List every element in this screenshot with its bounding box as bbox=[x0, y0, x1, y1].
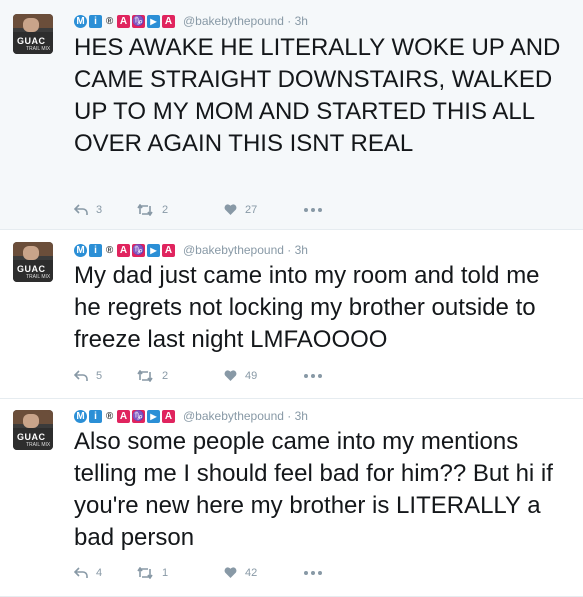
author-handle-time[interactable]: @bakebythepound · 3h bbox=[183, 243, 308, 257]
tweet-text: My dad just came into my room and told m… bbox=[74, 262, 540, 353]
avatar-face bbox=[23, 18, 39, 32]
tweet[interactable]: GUAC TRAIL MIX M i ® A ♑ ▶ A @bakebythep… bbox=[0, 399, 583, 597]
like-count: 27 bbox=[245, 204, 258, 216]
avatar-shirt-text: GUAC bbox=[17, 432, 46, 442]
more-button[interactable] bbox=[304, 374, 322, 378]
retweet-button[interactable]: 1 bbox=[136, 567, 214, 579]
badge-a2: A bbox=[162, 14, 175, 28]
avatar-face bbox=[23, 414, 39, 428]
badge-a2: A bbox=[162, 409, 175, 423]
badge-registered: ® bbox=[105, 15, 114, 27]
more-icon bbox=[304, 208, 322, 212]
heart-icon bbox=[224, 370, 237, 381]
badge-m: M bbox=[74, 409, 87, 423]
tweet-text: HES AWAKE HE LITERALLY WOKE UP AND CAME … bbox=[74, 34, 561, 157]
tweet-header: M i ® A ♑ ▶ A @bakebythepound · 3h bbox=[74, 241, 308, 259]
like-button[interactable]: 42 bbox=[224, 567, 284, 579]
tweet[interactable]: GUAC TRAIL MIX M i ® A ♑ ▶ A @bakebythep… bbox=[0, 230, 583, 399]
avatar[interactable]: GUAC TRAIL MIX bbox=[13, 242, 53, 282]
reply-icon bbox=[74, 567, 88, 578]
tweet-text: Also some people came into my mentions t… bbox=[74, 428, 553, 551]
tweet-actions: 4 1 42 bbox=[74, 567, 322, 579]
badge-a: A bbox=[117, 409, 130, 423]
badge-m: M bbox=[74, 14, 87, 28]
heart-icon bbox=[224, 567, 237, 578]
badge-i: i bbox=[89, 243, 102, 257]
badge-a: A bbox=[117, 14, 130, 28]
avatar[interactable]: GUAC TRAIL MIX bbox=[13, 410, 53, 450]
retweet-count: 1 bbox=[162, 567, 169, 579]
tweet-header: M i ® A ♑ ▶ A @bakebythepound · 3h bbox=[74, 12, 308, 30]
badge-i: i bbox=[89, 409, 102, 423]
badge-play: ▶ bbox=[147, 409, 160, 423]
tweet-actions: 3 2 27 bbox=[74, 204, 322, 216]
avatar-shirt-subtext: TRAIL MIX bbox=[26, 274, 51, 280]
reply-button[interactable]: 4 bbox=[74, 567, 120, 579]
heart-icon bbox=[224, 204, 237, 215]
reply-button[interactable]: 5 bbox=[74, 370, 120, 382]
retweet-icon bbox=[137, 567, 153, 579]
more-icon bbox=[304, 374, 322, 378]
like-count: 49 bbox=[245, 370, 258, 382]
avatar-shirt-subtext: TRAIL MIX bbox=[26, 442, 51, 448]
badge-play: ▶ bbox=[147, 14, 160, 28]
retweet-count: 2 bbox=[162, 370, 169, 382]
avatar-shirt-subtext: TRAIL MIX bbox=[26, 46, 51, 52]
reply-count: 4 bbox=[96, 567, 103, 579]
retweet-count: 2 bbox=[162, 204, 169, 216]
retweet-button[interactable]: 2 bbox=[136, 370, 214, 382]
retweet-icon bbox=[137, 204, 153, 216]
avatar-shirt-text: GUAC bbox=[17, 264, 46, 274]
badge-capricorn: ♑ bbox=[132, 243, 145, 257]
more-icon bbox=[304, 571, 322, 575]
retweet-button[interactable]: 2 bbox=[136, 204, 214, 216]
like-button[interactable]: 27 bbox=[224, 204, 284, 216]
badge-registered: ® bbox=[105, 244, 114, 256]
more-button[interactable] bbox=[304, 571, 322, 575]
badge-play: ▶ bbox=[147, 243, 160, 257]
badge-a2: A bbox=[162, 243, 175, 257]
reply-count: 3 bbox=[96, 204, 103, 216]
badge-m: M bbox=[74, 243, 87, 257]
author-handle-time[interactable]: @bakebythepound · 3h bbox=[183, 409, 308, 423]
tweet-header: M i ® A ♑ ▶ A @bakebythepound · 3h bbox=[74, 407, 308, 425]
tweet-actions: 5 2 49 bbox=[74, 370, 322, 382]
reply-button[interactable]: 3 bbox=[74, 204, 120, 216]
reply-icon bbox=[74, 204, 88, 215]
reply-count: 5 bbox=[96, 370, 103, 382]
avatar-face bbox=[23, 246, 39, 260]
avatar-shirt-text: GUAC bbox=[17, 36, 46, 46]
like-count: 42 bbox=[245, 567, 258, 579]
author-handle-time[interactable]: @bakebythepound · 3h bbox=[183, 14, 308, 28]
badge-capricorn: ♑ bbox=[132, 409, 145, 423]
reply-icon bbox=[74, 370, 88, 381]
like-button[interactable]: 49 bbox=[224, 370, 284, 382]
badge-registered: ® bbox=[105, 410, 114, 422]
avatar[interactable]: GUAC TRAIL MIX bbox=[13, 14, 53, 54]
badge-a: A bbox=[117, 243, 130, 257]
more-button[interactable] bbox=[304, 208, 322, 212]
retweet-icon bbox=[137, 370, 153, 382]
tweet[interactable]: GUAC TRAIL MIX M i ® A ♑ ▶ A @bakebythep… bbox=[0, 0, 583, 230]
badge-i: i bbox=[89, 14, 102, 28]
badge-capricorn: ♑ bbox=[132, 14, 145, 28]
